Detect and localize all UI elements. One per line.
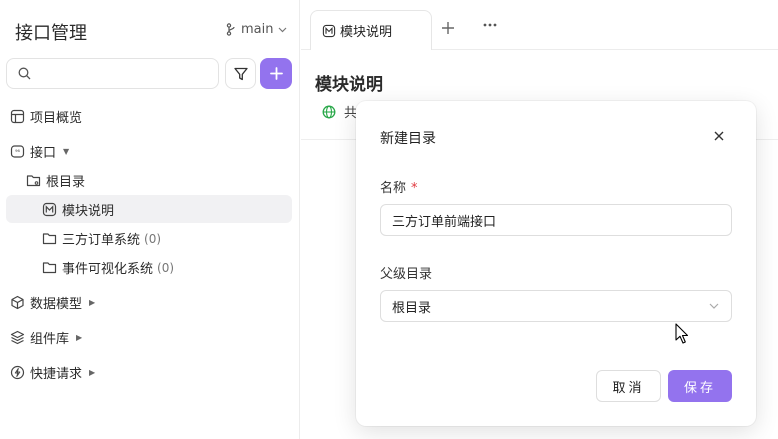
- branch-icon: [226, 23, 235, 36]
- parent-directory-select[interactable]: 根目录: [380, 290, 732, 322]
- markdown-icon: [322, 24, 336, 38]
- components-icon: [9, 330, 25, 346]
- sidebar-item-folder-orders[interactable]: 三方订单系统 (0): [41, 229, 161, 248]
- plus-icon: [269, 67, 283, 80]
- more-icon: [483, 23, 497, 27]
- sidebar-item-label: 事件可视化系统: [62, 262, 154, 277]
- sidebar-item-label: 根目录: [46, 175, 86, 190]
- chevron-down-icon: [709, 303, 719, 309]
- search-box[interactable]: [6, 58, 219, 89]
- quick-request-icon: [9, 365, 25, 381]
- name-field-label: 名称 *: [380, 177, 418, 196]
- sidebar-item-quick-request[interactable]: 快捷请求 ▶: [9, 363, 95, 382]
- branch-name: main: [241, 22, 274, 37]
- add-button[interactable]: [260, 58, 292, 89]
- sidebar-item-label: 接口: [30, 146, 57, 161]
- close-icon: [714, 131, 724, 141]
- new-directory-dialog: 新建目录 名称 * 父级目录 根目录 取消 保存: [356, 101, 756, 426]
- caret-right-icon[interactable]: ▶: [76, 333, 82, 342]
- caret-right-icon[interactable]: ▶: [89, 368, 95, 377]
- required-mark: *: [411, 181, 418, 196]
- tab-bar: 模块说明: [301, 0, 778, 50]
- sidebar-item-root-folder[interactable]: 根目录: [25, 171, 85, 190]
- sidebar-item-label: 快捷请求: [30, 367, 83, 382]
- name-field[interactable]: [380, 204, 732, 236]
- app-title: 接口管理: [15, 23, 87, 44]
- markdown-icon: [41, 202, 57, 218]
- sidebar-item-module-doc[interactable]: 模块说明: [41, 200, 114, 219]
- item-count: (0): [144, 231, 162, 246]
- tab-label: 模块说明: [340, 25, 393, 40]
- project-overview-icon: [9, 109, 25, 125]
- root-folder-icon: [25, 173, 41, 189]
- save-button[interactable]: 保存: [668, 370, 732, 402]
- name-input[interactable]: [392, 212, 731, 228]
- cancel-button[interactable]: 取消: [596, 370, 661, 402]
- folder-icon: [41, 231, 57, 247]
- item-count: (0): [157, 260, 175, 275]
- sidebar-item-project-overview[interactable]: 项目概览: [9, 107, 82, 126]
- parent-field-label: 父级目录: [380, 267, 433, 282]
- close-button[interactable]: [710, 127, 728, 145]
- dialog-title: 新建目录: [380, 131, 436, 147]
- page-title: 模块说明: [315, 75, 383, 95]
- parent-select-value: 根目录: [392, 300, 432, 316]
- caret-right-icon[interactable]: ▶: [89, 298, 95, 307]
- sidebar-item-label: 数据模型: [30, 297, 83, 312]
- new-tab-button[interactable]: [441, 18, 455, 38]
- mouse-cursor-icon: [675, 323, 689, 344]
- tab-module-doc[interactable]: 模块说明: [310, 10, 432, 50]
- search-input[interactable]: [37, 66, 207, 81]
- sidebar-item-api[interactable]: ⁹⁶ 接口 ▼: [9, 142, 69, 161]
- branch-selector[interactable]: main: [226, 22, 287, 37]
- caret-down-icon[interactable]: ▼: [63, 147, 69, 156]
- chevron-down-icon: [279, 27, 287, 32]
- folder-icon: [41, 260, 57, 276]
- sidebar-item-folder-events[interactable]: 事件可视化系统 (0): [41, 258, 174, 277]
- filter-icon: [233, 67, 248, 80]
- globe-icon: [322, 105, 336, 118]
- sidebar-item-components[interactable]: 组件库 ▶: [9, 328, 82, 347]
- sidebar-item-label: 组件库: [30, 332, 70, 347]
- sidebar-item-label: 项目概览: [30, 111, 83, 126]
- share-status[interactable]: 共: [322, 102, 357, 121]
- search-icon: [18, 67, 31, 80]
- filter-button[interactable]: [225, 58, 256, 89]
- sidebar-item-label: 三方订单系统: [62, 233, 141, 248]
- data-model-icon: [9, 295, 25, 311]
- sidebar-item-data-model[interactable]: 数据模型 ▶: [9, 293, 95, 312]
- name-label-text: 名称: [380, 181, 407, 196]
- sidebar-item-label: 模块说明: [62, 204, 115, 219]
- api-icon: ⁹⁶: [9, 144, 25, 160]
- more-tabs-button[interactable]: [482, 17, 498, 37]
- sidebar: 接口管理 main 项目概览 ⁹⁶ 接口 ▼ 根目录 模块说明 三方订单系统 (…: [0, 0, 300, 439]
- svg-text:⁹⁶: ⁹⁶: [15, 149, 20, 156]
- plus-icon: [442, 22, 454, 34]
